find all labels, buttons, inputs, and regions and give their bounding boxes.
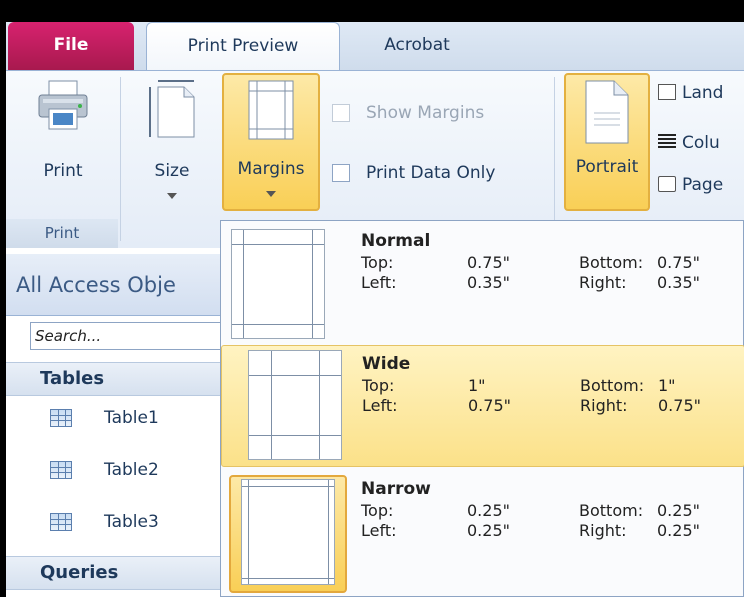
bottom-label: Bottom:: [579, 501, 644, 520]
table-icon: [50, 461, 72, 479]
columns-button[interactable]: Colu: [658, 133, 720, 153]
portrait-button-label: Portrait: [575, 157, 639, 177]
margins-icon: [248, 80, 294, 140]
right-label: Right:: [580, 396, 628, 415]
right-label: Right:: [579, 521, 627, 540]
top-label: Top:: [361, 501, 394, 520]
tab-print-preview[interactable]: Print Preview: [146, 22, 340, 72]
size-button-label: Size: [154, 161, 190, 181]
margins-button-label: Margins: [237, 159, 305, 179]
search-input[interactable]: Search...: [30, 322, 240, 350]
print-data-only-label: Print Data Only: [366, 163, 496, 183]
normal-margins-icon: [231, 229, 325, 339]
option-title: Normal: [361, 231, 431, 251]
wide-margins-icon: [248, 350, 342, 460]
chevron-down-icon: [167, 193, 177, 199]
top-label: Top:: [361, 253, 394, 272]
page-size-icon: [149, 80, 195, 138]
top-label: Top:: [362, 376, 395, 395]
portrait-page-icon: [585, 80, 629, 144]
bottom-value: 0.25": [657, 501, 700, 520]
group-separator: [554, 77, 555, 241]
margins-button[interactable]: Margins: [222, 73, 320, 211]
landscape-page-icon: [658, 84, 676, 100]
page-setup-label: Page: [682, 175, 724, 195]
bottom-value: 0.75": [657, 253, 700, 272]
nav-item-table[interactable]: Table2: [6, 450, 246, 490]
size-button[interactable]: Size: [134, 75, 210, 215]
group-separator: [120, 77, 121, 241]
margin-option-narrow[interactable]: Narrow Top: 0.25" Bottom: 0.25" Left: 0.…: [221, 471, 744, 595]
tab-file[interactable]: File: [8, 22, 134, 70]
group-label-print: Print: [6, 219, 118, 249]
left-label: Left:: [361, 521, 397, 540]
left-value: 0.35": [467, 273, 510, 292]
portrait-button[interactable]: Portrait: [564, 73, 650, 211]
columns-label: Colu: [682, 133, 720, 153]
show-margins-label: Show Margins: [366, 103, 485, 123]
nav-item-label: Table3: [104, 512, 159, 532]
printer-icon: [38, 80, 88, 130]
print-button[interactable]: Print: [24, 75, 102, 215]
left-value: 0.25": [467, 521, 510, 540]
navigation-pane: All Access Obje Search... Tables Table1 …: [6, 248, 246, 597]
columns-icon: [658, 134, 676, 150]
left-value: 0.75": [468, 396, 511, 415]
nav-item-label: Table1: [104, 408, 159, 428]
access-window: File Print Preview Acrobat Print Print S…: [0, 0, 744, 597]
option-title: Wide: [362, 354, 411, 374]
ribbon-tab-strip: File Print Preview Acrobat: [6, 22, 744, 72]
top-value: 0.75": [467, 253, 510, 272]
nav-section-queries[interactable]: Queries: [6, 556, 246, 590]
chevron-down-icon: [266, 191, 276, 197]
table-icon: [50, 409, 72, 427]
bottom-label: Bottom:: [580, 376, 645, 395]
nav-item-label: Table2: [104, 460, 159, 480]
checkbox-box: [332, 164, 350, 182]
nav-section-tables[interactable]: Tables: [6, 362, 246, 396]
right-value: 0.75": [658, 396, 701, 415]
nav-pane-header[interactable]: All Access Obje: [6, 254, 246, 316]
left-label: Left:: [361, 273, 397, 292]
print-data-only-checkbox[interactable]: Print Data Only: [332, 163, 552, 185]
checkbox-box: [332, 104, 350, 122]
margins-dropdown-menu: Normal Top: 0.75" Bottom: 0.75" Left: 0.…: [220, 220, 744, 597]
bottom-label: Bottom:: [579, 253, 644, 272]
margin-option-normal[interactable]: Normal Top: 0.75" Bottom: 0.75" Left: 0.…: [221, 225, 744, 343]
right-value: 0.25": [657, 521, 700, 540]
landscape-label: Land: [682, 83, 724, 103]
narrow-margins-icon: [241, 479, 335, 585]
top-value: 0.25": [467, 501, 510, 520]
right-label: Right:: [579, 273, 627, 292]
nav-item-table[interactable]: Table1: [6, 398, 246, 438]
top-value: 1": [468, 376, 486, 395]
show-margins-checkbox[interactable]: Show Margins: [332, 103, 552, 125]
print-button-label: Print: [43, 161, 83, 181]
left-label: Left:: [362, 396, 398, 415]
table-icon: [50, 513, 72, 531]
tab-acrobat[interactable]: Acrobat: [352, 22, 482, 70]
page-setup-icon: [658, 176, 676, 192]
bottom-value: 1": [658, 376, 676, 395]
margin-option-wide[interactable]: Wide Top: 1" Bottom: 1" Left: 0.75" Righ…: [221, 345, 744, 467]
option-title: Narrow: [361, 479, 431, 499]
landscape-button[interactable]: Land: [658, 83, 723, 103]
nav-item-table[interactable]: Table3: [6, 502, 246, 542]
right-value: 0.35": [657, 273, 700, 292]
page-setup-button[interactable]: Page: [658, 175, 723, 195]
